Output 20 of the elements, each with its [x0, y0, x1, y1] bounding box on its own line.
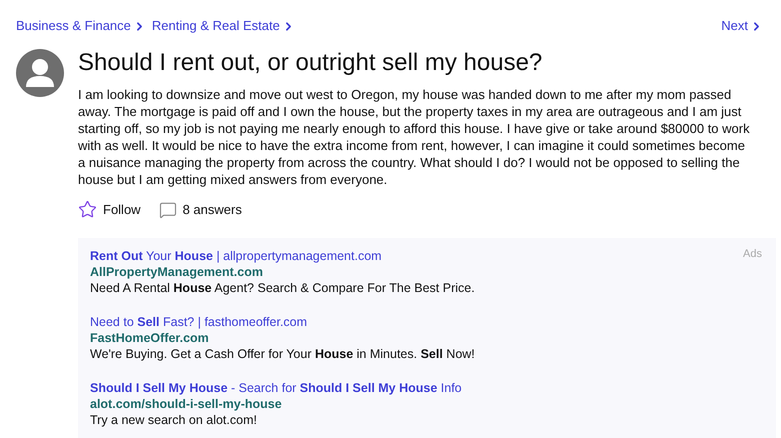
breadcrumb-link[interactable]: Renting & Real Estate	[152, 16, 280, 36]
breadcrumb-link[interactable]: Business & Finance	[16, 16, 131, 36]
ad-url: FastHomeOffer.com	[90, 330, 210, 346]
star-icon	[78, 200, 97, 220]
question-body: I am looking to downsize and move out west to Oregon, my house was handed down to me after my mom passed away. The mortgage is paid off and I own the house, but the property taxes in my area are outrageous and I am just starting off, so my job is not paying me nearly enough to afford this house. I have give or take around $80000 to work with as well. It would be nice to have the extra income from rent, however, I can imagine it could sometimes become a nuisance managing the property from across the country. What should I do? I would not be opposed to selling the house but I am getting mixed answers from everyone.	[78, 86, 751, 188]
ad-title-link[interactable]: Should I Sell My House - Search for Should I Sell My House Info	[90, 380, 462, 396]
comment-icon	[158, 200, 177, 219]
follow-button[interactable]: Follow	[78, 200, 141, 220]
ad-title-link[interactable]: Need to Sell Fast? | fasthomeoffer.com	[90, 314, 308, 330]
ad-url: alot.com/should-i-sell-my-house	[90, 396, 283, 412]
answer-count: 8 answers	[182, 201, 242, 219]
ad-description: Try a new search on alot.com!	[90, 412, 258, 428]
ad-description: Need A Rental House Agent? Search & Compare For The Best Price.	[90, 280, 476, 296]
avatar-icon	[16, 49, 64, 97]
ad-description: We're Buying. Get a Cash Offer for Your House in Minutes. Sell Now!	[90, 346, 476, 362]
next-link[interactable]: Next	[721, 16, 748, 36]
ad-url: AllPropertyManagement.com	[90, 264, 264, 280]
ad-title-link[interactable]: Rent Out Your House | allpropertymanagement.com	[90, 248, 382, 264]
ads-label: Ads	[743, 248, 762, 260]
question-title: Should I rent out, or outright sell my house?	[78, 48, 544, 78]
